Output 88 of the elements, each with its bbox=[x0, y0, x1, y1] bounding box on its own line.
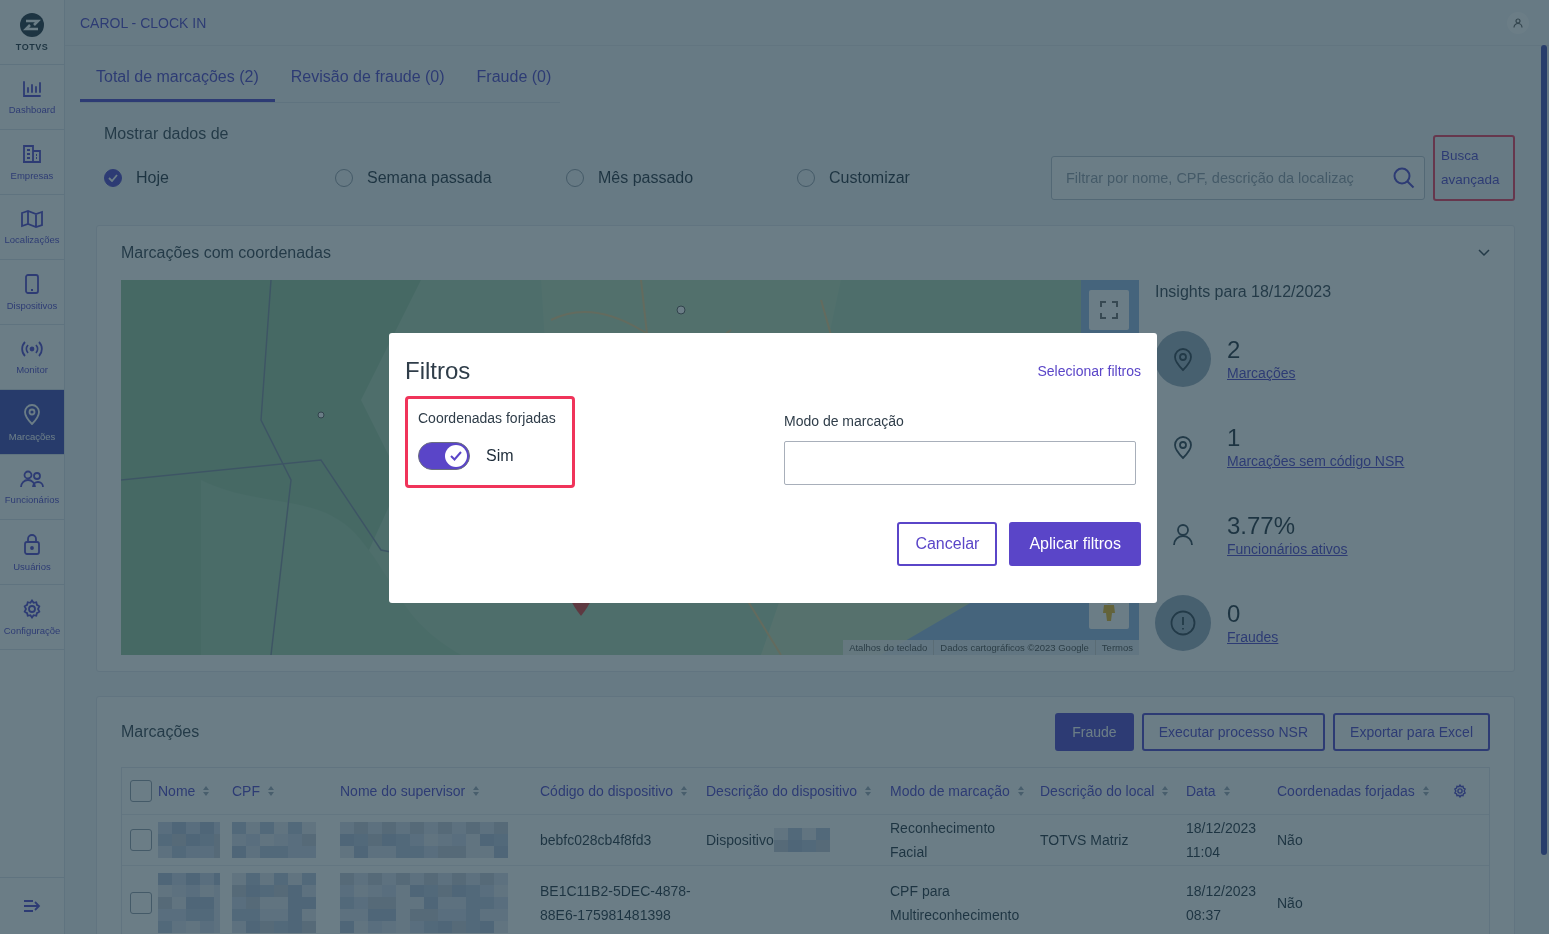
radio-option[interactable]: Semana passada bbox=[335, 169, 566, 187]
table-cell-text: CPF para Multireconhecimento bbox=[890, 882, 1021, 925]
logo-text: TOTVS bbox=[15, 42, 49, 52]
fullscreen-icon[interactable] bbox=[1100, 301, 1118, 319]
chart-icon bbox=[22, 79, 42, 98]
sort-icon[interactable] bbox=[1223, 786, 1230, 796]
tab[interactable]: Revisão de fraude (0) bbox=[274, 56, 461, 102]
insight-value: 0 bbox=[1227, 600, 1242, 628]
advanced-search-link[interactable]: Busca avançada bbox=[1433, 135, 1515, 201]
column-header[interactable]: CPF bbox=[232, 783, 260, 799]
period-label: Mostrar dados de bbox=[104, 125, 230, 143]
table-cell-text: Não bbox=[1277, 894, 1303, 913]
people-icon bbox=[20, 469, 44, 488]
checkbox[interactable] bbox=[130, 780, 152, 802]
table-cell-text: TOTVS Matriz bbox=[1040, 831, 1129, 850]
radio-icon[interactable] bbox=[104, 169, 122, 187]
dialog-button[interactable]: Cancelar bbox=[897, 522, 998, 566]
logo-icon bbox=[19, 12, 45, 38]
insight-link[interactable]: Marcações bbox=[1227, 365, 1296, 381]
sort-icon[interactable] bbox=[1162, 786, 1169, 796]
checkbox[interactable] bbox=[130, 892, 152, 914]
insight-link[interactable]: Funcionários ativos bbox=[1227, 541, 1348, 557]
sort-icon[interactable] bbox=[1422, 786, 1429, 796]
location-pin-icon bbox=[23, 402, 41, 425]
column-header[interactable]: Descrição do local bbox=[1040, 783, 1155, 799]
insight-value: 1 bbox=[1227, 424, 1242, 452]
panel-title: Marcações bbox=[121, 723, 200, 741]
scrollbar[interactable] bbox=[1541, 45, 1547, 855]
sort-icon[interactable] bbox=[681, 786, 688, 796]
check-icon bbox=[450, 451, 462, 461]
blurred-text bbox=[158, 822, 220, 858]
table-cell-text: 18/12/2023 11:04 bbox=[1186, 819, 1258, 862]
column-header[interactable]: Código do dispositivo bbox=[540, 783, 674, 799]
table-cell-text: Reconhecimento Facial bbox=[890, 819, 997, 862]
panel-title: Marcações com coordenadas bbox=[121, 244, 331, 262]
column-header[interactable]: Nome do supervisor bbox=[340, 783, 466, 799]
column-header[interactable]: Coordenadas forjadas bbox=[1277, 783, 1415, 799]
table-cell-text: Não bbox=[1277, 831, 1303, 850]
field-label: Modo de marcação bbox=[784, 413, 905, 429]
insight-link[interactable]: Fraudes bbox=[1227, 629, 1279, 645]
insight-link[interactable]: Marcações sem código NSR bbox=[1227, 453, 1405, 469]
column-header[interactable]: Data bbox=[1186, 783, 1216, 799]
phone-icon bbox=[25, 273, 39, 294]
action-button[interactable]: Fraude bbox=[1055, 713, 1134, 751]
sort-icon[interactable] bbox=[864, 786, 871, 796]
input-field[interactable] bbox=[784, 441, 1136, 485]
table-cell-text: BE1C11B2-5DEC-4878-88E6-175981481398 bbox=[540, 882, 692, 925]
radio-option[interactable]: Hoje bbox=[104, 169, 335, 187]
sort-icon[interactable] bbox=[203, 786, 210, 796]
toggle-switch[interactable] bbox=[418, 442, 470, 470]
dialog-title: Filtros bbox=[405, 357, 471, 385]
column-header[interactable]: Modo de marcação bbox=[890, 783, 1010, 799]
user-avatar-icon[interactable] bbox=[1507, 11, 1529, 34]
app-title: CAROL - CLOCK IN bbox=[80, 14, 207, 31]
expand-menu-icon[interactable] bbox=[23, 899, 41, 913]
lock-icon bbox=[23, 532, 41, 555]
insight-value: 3.77% bbox=[1227, 512, 1297, 540]
column-header[interactable]: Descrição do dispositivo bbox=[706, 783, 857, 799]
table-cell-text: 18/12/2023 08:37 bbox=[1186, 882, 1258, 925]
radio-option[interactable]: Customizar bbox=[797, 169, 1028, 187]
settings-icon[interactable] bbox=[1453, 784, 1467, 798]
table-cell-text: Dispositivo bbox=[706, 831, 774, 850]
action-button[interactable]: Exportar para Excel bbox=[1333, 713, 1490, 751]
search-icon[interactable] bbox=[1393, 167, 1415, 189]
action-button[interactable]: Executar processo NSR bbox=[1141, 713, 1326, 751]
sort-icon[interactable] bbox=[268, 786, 274, 796]
tab[interactable]: Total de marcações (2) bbox=[80, 56, 275, 102]
fullscreen-button[interactable] bbox=[1089, 290, 1129, 330]
insights-title: Insights para 18/12/2023 bbox=[1155, 283, 1333, 301]
chevron-icon[interactable] bbox=[1478, 249, 1490, 257]
checkbox[interactable] bbox=[130, 829, 152, 851]
signal-icon bbox=[21, 339, 43, 358]
field-label: Coordenadas forjadas bbox=[418, 410, 556, 426]
select-filters-link[interactable]: Selecionar filtros bbox=[1037, 363, 1141, 379]
map-attribution-link[interactable]: Termos bbox=[1094, 640, 1139, 655]
toggle-label: Sim bbox=[486, 447, 514, 465]
sort-icon[interactable] bbox=[1017, 786, 1024, 796]
tab[interactable]: Fraude (0) bbox=[460, 56, 568, 102]
table-cell-text: bebfc028cb4f8fd3 bbox=[540, 831, 652, 850]
column-header[interactable]: Nome bbox=[158, 783, 196, 799]
radio-option[interactable]: Mês passado bbox=[566, 169, 797, 187]
building-icon bbox=[22, 143, 42, 164]
sort-icon[interactable] bbox=[473, 786, 480, 796]
insight-value: 2 bbox=[1227, 336, 1242, 364]
blurred-text bbox=[773, 828, 830, 852]
settings-icon bbox=[22, 598, 42, 619]
map-icon bbox=[21, 209, 43, 228]
dialog-button[interactable]: Aplicar filtros bbox=[1009, 522, 1141, 566]
